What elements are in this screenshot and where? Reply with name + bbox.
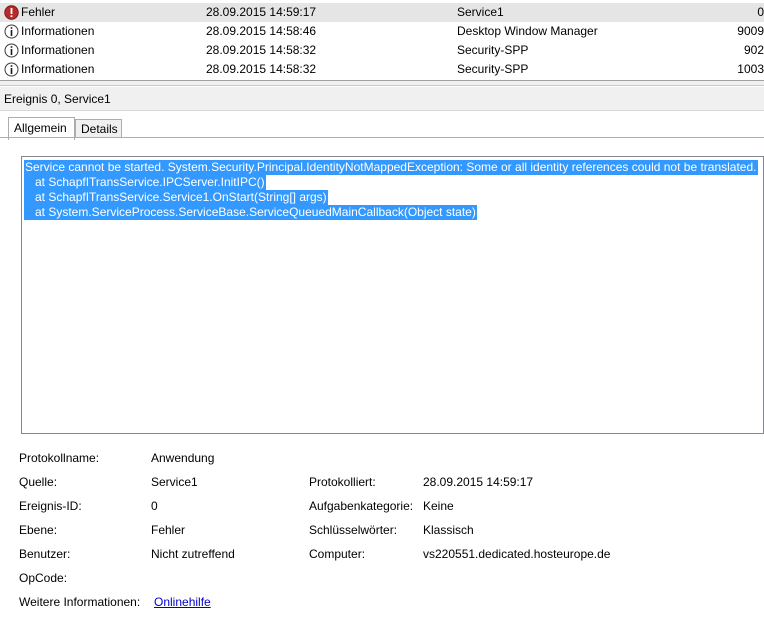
event-source: Security-SPP xyxy=(457,62,529,76)
prop-value-protokolliert: 28.09.2015 14:59:17 xyxy=(423,475,534,489)
event-list: Fehler 28.09.2015 14:59:17 Service1 0 In… xyxy=(0,0,764,80)
prop-label-aufgabenkategorie: Aufgabenkategorie: xyxy=(309,499,414,513)
event-level: Informationen xyxy=(21,62,95,76)
event-date: 28.09.2015 14:58:32 xyxy=(206,43,317,57)
event-source: Desktop Window Manager xyxy=(457,24,598,38)
event-level: Informationen xyxy=(21,24,95,38)
event-row[interactable]: Informationen 28.09.2015 14:58:32 Securi… xyxy=(0,41,764,60)
message-line: at SchapfITransService.IPCServer.InitIPC… xyxy=(24,175,266,190)
message-line: Service cannot be started. System.Securi… xyxy=(24,160,758,175)
pane-splitter[interactable] xyxy=(0,80,764,86)
event-source: Security-SPP xyxy=(457,43,529,57)
event-row[interactable]: Fehler 28.09.2015 14:59:17 Service1 0 xyxy=(0,3,764,22)
event-id: 902 xyxy=(743,43,764,57)
prop-label-computer: Computer: xyxy=(309,547,366,561)
event-date: 28.09.2015 14:58:32 xyxy=(206,62,317,76)
prop-label-schluesselwoerter: Schlüsselwörter: xyxy=(309,523,398,537)
prop-label-protokollname: Protokollname: xyxy=(19,451,100,465)
detail-header: Ereignis 0, Service1 xyxy=(0,87,764,111)
event-level: Informationen xyxy=(21,43,95,57)
tab-bar: Allgemein Details xyxy=(0,111,764,140)
event-message-box[interactable]: Service cannot be started. System.Securi… xyxy=(21,156,764,434)
tab-label: Details xyxy=(81,122,118,136)
info-icon xyxy=(4,24,19,39)
event-id: 0 xyxy=(757,5,764,19)
message-line: at SchapfITransService.Service1.OnStart(… xyxy=(24,190,328,205)
event-id: 1003 xyxy=(737,62,764,76)
prop-label-ereignis-id: Ereignis-ID: xyxy=(19,499,82,513)
event-row[interactable]: Informationen 28.09.2015 14:58:32 Securi… xyxy=(0,60,764,79)
tab-divider xyxy=(0,137,764,138)
prop-label-protokolliert: Protokolliert: xyxy=(309,475,376,489)
error-icon xyxy=(4,5,19,20)
prop-label-opcode: OpCode: xyxy=(19,571,68,585)
event-source: Service1 xyxy=(457,5,504,19)
prop-value-ereignis-id: 0 xyxy=(151,499,158,513)
event-row[interactable]: Informationen 28.09.2015 14:58:46 Deskto… xyxy=(0,22,764,41)
prop-value-benutzer: Nicht zutreffend xyxy=(151,547,235,561)
prop-label-quelle: Quelle: xyxy=(19,475,58,489)
event-level: Fehler xyxy=(21,5,56,19)
event-id: 9009 xyxy=(737,24,764,38)
prop-value-computer: vs220551.dedicated.hosteurope.de xyxy=(423,547,611,561)
detail-title: Ereignis 0, Service1 xyxy=(4,92,111,106)
prop-value-schluesselwoerter: Klassisch xyxy=(423,523,474,537)
event-date: 28.09.2015 14:58:46 xyxy=(206,24,317,38)
message-line: at System.ServiceProcess.ServiceBase.Ser… xyxy=(24,205,477,220)
prop-label-weitere-informationen: Weitere Informationen: xyxy=(19,595,141,609)
prop-value-ebene: Fehler xyxy=(151,523,186,537)
prop-value-quelle: Service1 xyxy=(151,475,198,489)
prop-label-ebene: Ebene: xyxy=(19,523,58,537)
onlinehilfe-link[interactable]: Onlinehilfe xyxy=(154,595,211,609)
prop-value-aufgabenkategorie: Keine xyxy=(423,499,454,513)
tab-label: Allgemein xyxy=(14,121,67,135)
event-date: 28.09.2015 14:59:17 xyxy=(206,5,317,19)
info-icon xyxy=(4,62,19,77)
prop-label-benutzer: Benutzer: xyxy=(19,547,71,561)
tab-details[interactable]: Details xyxy=(75,119,122,137)
prop-value-protokollname: Anwendung xyxy=(151,451,215,465)
info-icon xyxy=(4,43,19,58)
